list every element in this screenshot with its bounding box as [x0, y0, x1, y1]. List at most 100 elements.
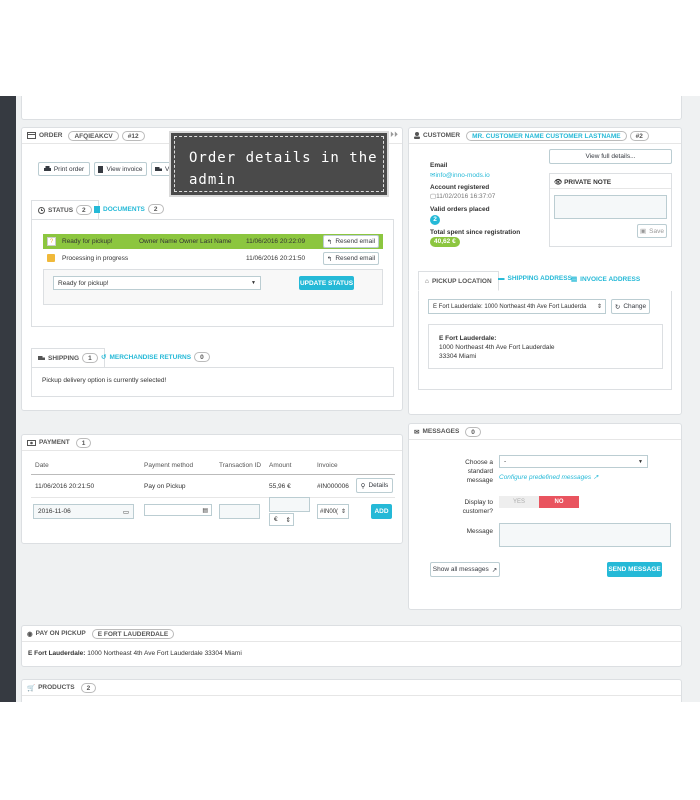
envelope-icon: ✉	[414, 428, 420, 436]
toggle-yes[interactable]: YES	[499, 496, 539, 508]
file-icon	[98, 165, 104, 173]
caret-down-icon: ▼	[251, 280, 256, 286]
view-full-details-button[interactable]: View full details...	[549, 149, 672, 164]
change-location-button[interactable]: ↻ Change	[611, 299, 650, 314]
pay-on-pickup-panel: ◉ PAY ON PICKUP E FORT LAUDERDALE E Fort…	[21, 625, 682, 667]
refresh-icon: ↻	[614, 303, 621, 311]
undo-icon: ↺	[101, 354, 107, 361]
tab-pickup-label: PICKUP LOCATION	[431, 277, 492, 285]
status-select-value: Ready for pickup!	[58, 279, 109, 287]
history-status-label: Ready for pickup!	[62, 238, 113, 245]
payment-title: PAYMENT	[39, 439, 70, 446]
pay-on-pickup-header: ◉ PAY ON PICKUP E FORT LAUDERDALE	[22, 626, 681, 642]
file-icon: ▤	[571, 276, 578, 283]
currency-select[interactable]: € ⇕	[269, 513, 294, 526]
pickup-store-line: E Fort Lauderdale: 1000 Northeast 4th Av…	[28, 650, 242, 657]
send-message-button[interactable]: SEND MESSAGE	[607, 562, 662, 577]
view-full-label: View full details...	[585, 153, 636, 160]
email-value: info@inno-mods.io	[435, 172, 490, 179]
order-title: ORDER	[39, 132, 63, 139]
check-icon: ?	[47, 237, 56, 246]
col-amount: Amount	[269, 462, 292, 469]
pickup-address-box: E Fort Lauderdale: 1000 Northeast 4th Av…	[428, 324, 663, 369]
collapse-arrows-icon[interactable]: ⏵⏵	[390, 130, 398, 140]
history-employee: Owner Name Owner Last Name	[139, 238, 232, 245]
choose-label-2: standard	[467, 468, 493, 475]
col-date: Date	[35, 462, 49, 469]
payment-date-input[interactable]: 2016-11-06 ▭	[33, 504, 134, 519]
choose-label-1: Choose a	[465, 459, 493, 466]
update-status-button[interactable]: UPDATE STATUS	[299, 276, 354, 290]
external-link-icon: ↗	[491, 566, 498, 574]
tab-shipping[interactable]: SHIPPING 1	[31, 348, 105, 368]
private-note-textarea[interactable]	[554, 195, 667, 219]
standard-message-value: -	[504, 458, 507, 465]
payment-details-button[interactable]: ⚲ Details	[356, 478, 393, 493]
payment-date-value: 2016-11-06	[38, 508, 71, 515]
cart-icon: 🛒	[27, 684, 36, 692]
view-invoice-label: View invoice	[106, 165, 143, 173]
payment-count-badge: 1	[75, 437, 92, 448]
tab-pickup-location[interactable]: ⌂ PICKUP LOCATION	[418, 271, 499, 291]
tab-status[interactable]: STATUS 2	[31, 200, 99, 220]
order-reference-badge: AFQIEAKCV	[68, 130, 119, 141]
pickup-location-select[interactable]: E Fort Lauderdale: 1000 Northeast 4th Av…	[428, 299, 606, 314]
private-note-divider	[550, 188, 671, 189]
home-icon: ⌂	[425, 277, 429, 285]
transaction-id-input[interactable]	[219, 504, 260, 519]
tab-invoice-address[interactable]: ▤ INVOICE ADDRESS	[571, 275, 640, 284]
history-status-label: Processing in progress	[62, 255, 129, 262]
customer-id-badge: #2	[629, 130, 649, 141]
pickup-location-content: E Fort Lauderdale: 1000 Northeast 4th Av…	[418, 291, 672, 390]
customer-name-link[interactable]: MR. CUSTOMER NAME CUSTOMER LASTNAME	[466, 130, 627, 141]
resend-email-button[interactable]: ↰ Resend email	[323, 235, 379, 248]
show-all-label: Show all messages	[432, 566, 489, 573]
amount-input[interactable]	[269, 497, 310, 512]
tab-documents[interactable]: DOCUMENTS 2	[94, 204, 164, 214]
currency-value: €	[274, 516, 278, 523]
payment-date: 11/06/2016 20:21:50	[35, 483, 95, 490]
payment-method-input[interactable]: ▤	[144, 504, 212, 516]
resend-email-label: Resend email	[335, 255, 376, 262]
history-date: 11/06/2016 20:21:50	[246, 255, 306, 262]
configure-label: Configure predefined messages	[499, 474, 592, 481]
message-textarea[interactable]	[499, 523, 671, 547]
history-row-current: ? Ready for pickup! Owner Name Owner Las…	[43, 234, 383, 249]
view-invoice-button[interactable]: View invoice	[94, 162, 147, 176]
admin-frame: ORDER AFQIEAKCV #12 Print order View inv…	[0, 96, 700, 702]
standard-message-select[interactable]: - ▼	[499, 455, 648, 468]
configure-messages-link[interactable]: Configure predefined messages ↗	[499, 473, 598, 481]
tab-merchandise-returns[interactable]: ↺ MERCHANDISE RETURNS 0	[101, 352, 210, 362]
resend-email-button[interactable]: ↰ Resend email	[323, 252, 379, 265]
box-icon	[47, 254, 55, 262]
pickup-address-name: E Fort Lauderdale:	[439, 335, 497, 342]
status-select[interactable]: Ready for pickup! ▼	[53, 276, 261, 290]
reply-icon: ↰	[326, 238, 333, 246]
display-label-1: Display to	[464, 499, 493, 506]
pickup-address-line1: 1000 Northeast 4th Ave Fort Lauderdale	[439, 344, 555, 351]
toggle-no[interactable]: NO	[539, 496, 579, 508]
payment-method: Pay on Pickup	[144, 483, 186, 490]
invoice-select[interactable]: #IN00( ⇕	[317, 504, 349, 519]
reply-icon: ↰	[326, 255, 333, 263]
tab-shipping-address[interactable]: ▬ SHIPPING ADDRESS	[498, 275, 572, 282]
display-label-2: customer?	[462, 508, 493, 515]
display-toggle[interactable]: YES NO	[499, 496, 579, 508]
shipping-count-badge: 1	[82, 353, 98, 363]
add-payment-button[interactable]: ADD	[371, 504, 392, 519]
show-all-messages-button[interactable]: Show all messages ↗	[430, 562, 500, 577]
messages-title: MESSAGES	[422, 428, 460, 435]
valid-orders-label: Valid orders placed	[430, 206, 490, 213]
registered-label: Account registered	[430, 184, 490, 191]
tab-shipping-label: SHIPPING	[48, 354, 80, 362]
save-note-button[interactable]: ▣ Save	[637, 224, 667, 238]
status-tab-content: ? Ready for pickup! Owner Name Owner Las…	[31, 219, 394, 327]
total-spent-label: Total spent since registration	[430, 229, 521, 236]
payment-amount: 55,96 €	[269, 483, 291, 490]
history-date: 11/06/2016 20:22:09	[246, 238, 306, 245]
document-icon	[94, 205, 100, 213]
customer-email-link[interactable]: ✉info@inno-mods.io	[430, 171, 490, 179]
list-icon: ▤	[202, 507, 208, 514]
print-order-button[interactable]: Print order	[38, 162, 90, 176]
invoice-select-value: #IN00(	[320, 508, 339, 515]
